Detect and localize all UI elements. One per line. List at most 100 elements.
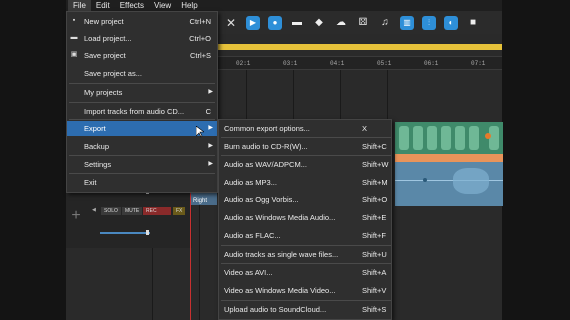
submenu-arrow-icon: ▶ xyxy=(208,143,213,149)
menu-item-wmv[interactable]: Video as Windows Media Video... Shift+V xyxy=(219,282,391,299)
menu-item-avi[interactable]: Video as AVI... Shift+A xyxy=(219,264,391,281)
menu-item-shortcut: Shift+S xyxy=(362,305,387,314)
menu-item-flac[interactable]: Audio as FLAC... Shift+F xyxy=(219,227,391,244)
menu-item-label: Settings xyxy=(84,160,112,169)
menu-item-common-export[interactable]: Common export options... X xyxy=(219,120,391,137)
menu-item-label: Exit xyxy=(84,178,97,187)
menu-item-ogg[interactable]: Audio as Ogg Vorbis... Shift+O xyxy=(219,191,391,208)
menu-item-label: Export xyxy=(84,124,106,133)
waveform xyxy=(453,168,489,194)
cart-icon[interactable]: ◆ xyxy=(312,16,326,30)
menu-separator xyxy=(69,83,215,84)
menu-bar: File Edit Effects View Help xyxy=(66,0,502,11)
menu-item-shortcut: Shift+E xyxy=(362,213,387,222)
menu-item-shortcut: Shift+O xyxy=(362,195,388,204)
pan-slider[interactable] xyxy=(100,232,150,234)
menu-item-settings[interactable]: Settings ▶ xyxy=(67,157,217,172)
menu-item-shortcut: X xyxy=(362,124,368,133)
folder-icon[interactable]: ▬ xyxy=(290,16,304,30)
time-ruler[interactable]: 02:1 03:1 04:1 05:1 06:1 07:1 xyxy=(218,56,502,70)
menu-item-shortcut: Shift+F xyxy=(362,231,386,240)
mute-button[interactable]: MUTE xyxy=(122,207,143,215)
ruler-tick: 07:1 xyxy=(471,60,486,67)
menu-item-wav[interactable]: Audio as WAV/ADPCM... Shift+W xyxy=(219,156,391,173)
menu-item-shortcut: Shift+V xyxy=(362,286,387,295)
menu-item-save-project[interactable]: ▣ Save project Ctrl+S xyxy=(67,48,217,63)
menu-item-burn-cd[interactable]: Burn audio to CD-R(W)... Shift+C xyxy=(219,138,391,155)
clip-label: Right xyxy=(191,191,217,205)
menu-item-label: Audio as WAV/ADPCM... xyxy=(224,160,307,169)
menu-item-single-wave[interactable]: Audio tracks as single wave files... Shi… xyxy=(219,246,391,263)
waveform xyxy=(469,126,479,150)
menu-item-wma[interactable]: Audio as Windows Media Audio... Shift+E xyxy=(219,209,391,226)
menu-separator xyxy=(69,173,215,174)
menu-item-export[interactable]: Export ▶ xyxy=(67,121,217,136)
menu-item-my-projects[interactable]: My projects ▶ xyxy=(67,85,217,100)
menu-effects[interactable]: Effects xyxy=(115,0,149,11)
mouse-cursor-icon xyxy=(196,126,204,138)
music-note-icon[interactable]: ♫ xyxy=(378,16,392,30)
menu-item-shortcut: Shift+M xyxy=(362,178,388,187)
menu-item-label: Load project... xyxy=(84,34,132,43)
envelope-point[interactable] xyxy=(423,178,427,182)
menu-item-label: Audio as Windows Media Audio... xyxy=(224,213,336,222)
menu-item-label: Save project as... xyxy=(84,69,142,78)
stop-icon[interactable]: ■ xyxy=(466,16,480,30)
play-icon[interactable]: ▶ xyxy=(246,15,260,30)
menu-item-backup[interactable]: Backup ▶ xyxy=(67,139,217,154)
menu-item-shortcut: Shift+C xyxy=(362,142,387,151)
menu-item-mp3[interactable]: Audio as MP3... Shift+M xyxy=(219,174,391,191)
envelope-marker[interactable] xyxy=(485,133,491,139)
menu-item-label: Audio as Ogg Vorbis... xyxy=(224,195,299,204)
menu-item-new-project[interactable]: ▪ New project Ctrl+N xyxy=(67,14,217,29)
mixer-icon[interactable]: ⫶ xyxy=(422,15,436,30)
menu-item-load-project[interactable]: ▬ Load project... Ctrl+O xyxy=(67,31,217,46)
waveform xyxy=(427,126,437,150)
menu-item-label: Burn audio to CD-R(W)... xyxy=(224,142,308,151)
cloud-download-icon[interactable]: ☁ xyxy=(334,16,348,30)
menu-edit[interactable]: Edit xyxy=(91,0,115,11)
menu-item-shortcut: Shift+U xyxy=(362,250,387,259)
menu-separator xyxy=(69,155,215,156)
export-submenu: Common export options... X Burn audio to… xyxy=(218,119,392,320)
audio-clip-blue[interactable] xyxy=(395,162,503,206)
ruler-tick: 06:1 xyxy=(424,60,439,67)
record-icon[interactable]: ● xyxy=(268,15,282,30)
fx-button[interactable]: FX xyxy=(173,207,186,215)
menu-item-shortcut: Ctrl+S xyxy=(189,51,211,60)
menu-item-import-cd[interactable]: Import tracks from audio CD... C xyxy=(67,104,217,119)
save-icon: ▣ xyxy=(70,51,78,58)
menu-help[interactable]: Help xyxy=(176,0,202,11)
ruler-tick: 02:1 xyxy=(236,60,251,67)
menu-item-label: Save project xyxy=(84,51,126,60)
loop-range-bar[interactable] xyxy=(218,44,502,50)
close-icon[interactable]: ✕ xyxy=(224,16,238,30)
effects-icon[interactable]: ◐ xyxy=(444,15,458,30)
right-margin xyxy=(502,0,570,320)
menu-item-save-project-as[interactable]: Save project as... xyxy=(67,66,217,81)
slider-knob[interactable] xyxy=(146,230,149,235)
dice-icon[interactable]: ⚄ xyxy=(356,16,370,30)
solo-button[interactable]: SOLO xyxy=(101,207,121,215)
menu-item-shortcut: Ctrl+O xyxy=(189,34,211,43)
file-menu: ▪ New project Ctrl+N ▬ Load project... C… xyxy=(66,11,218,193)
playhead[interactable] xyxy=(190,190,191,320)
menu-file[interactable]: File xyxy=(68,0,91,11)
menu-view[interactable]: View xyxy=(149,0,176,11)
clip-strip xyxy=(395,154,503,162)
menu-item-exit[interactable]: Exit xyxy=(67,175,217,190)
add-track-icon[interactable]: + xyxy=(68,208,84,224)
menu-separator xyxy=(69,102,215,103)
ruler-tick: 05:1 xyxy=(377,60,392,67)
expand-icon[interactable]: ◀ xyxy=(92,207,96,213)
menu-item-soundcloud[interactable]: Upload audio to SoundCloud... Shift+S xyxy=(219,301,391,318)
menu-separator xyxy=(69,119,215,120)
menu-item-shortcut: Shift+W xyxy=(362,160,389,169)
menu-item-label: Audio tracks as single wave files... xyxy=(224,250,339,259)
menu-item-shortcut: Shift+A xyxy=(362,268,387,277)
rec-button[interactable]: REC xyxy=(143,207,171,215)
menu-item-label: Video as AVI... xyxy=(224,268,273,277)
waveform xyxy=(489,126,499,150)
keyboard-icon[interactable]: ▥ xyxy=(400,15,414,30)
menu-item-label: Common export options... xyxy=(224,124,310,133)
